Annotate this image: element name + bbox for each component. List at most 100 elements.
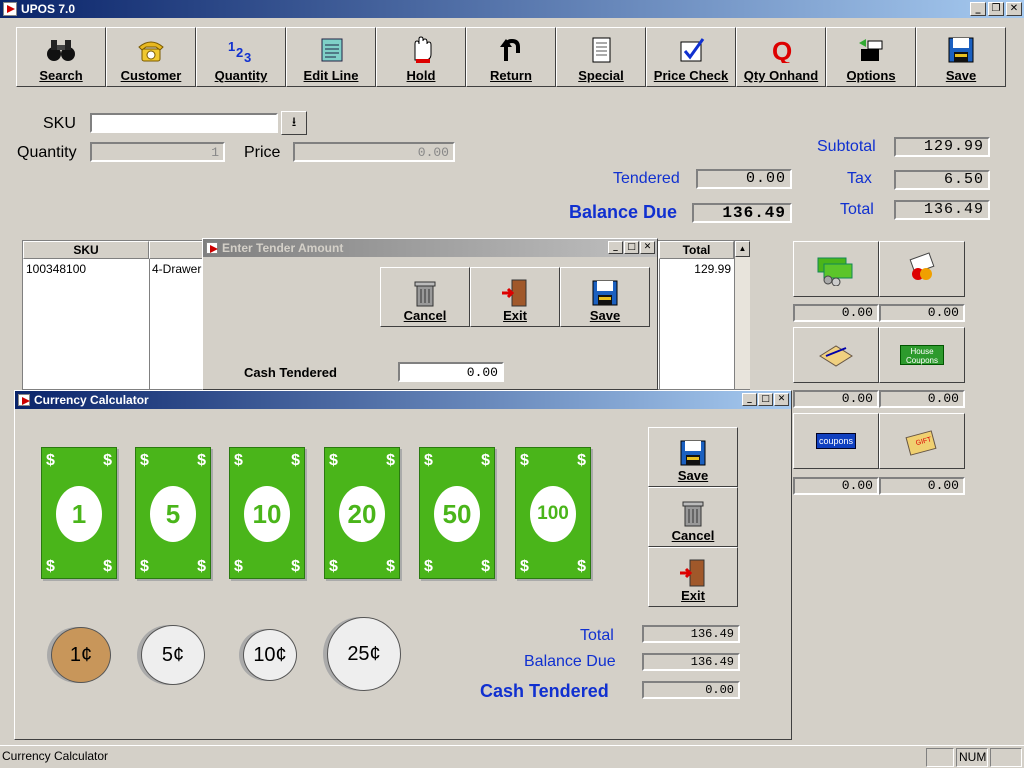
q-icon: Q [766, 36, 796, 64]
hand-icon [406, 36, 436, 64]
coupons-payment-button[interactable]: coupons [793, 413, 879, 469]
checkmark-icon [676, 36, 706, 64]
return-arrow-icon [496, 36, 526, 64]
calculator-save-button[interactable]: Save [648, 427, 738, 487]
customer-label: Customer [120, 68, 182, 83]
dollar-sign: $ [520, 558, 529, 575]
svg-text:3: 3 [244, 50, 251, 63]
customer-button[interactable]: Customer [106, 27, 196, 87]
bill-1-dollar[interactable]: $ $ 1 $ $ [41, 447, 117, 579]
sku-input[interactable] [90, 113, 278, 133]
special-label: Special [578, 68, 624, 83]
calculator-exit-label: Exit [681, 588, 705, 603]
special-button[interactable]: Special [556, 27, 646, 87]
cash-payment-button[interactable] [793, 241, 879, 297]
balance-due-value: 136.49 [692, 203, 792, 223]
grid-scrollbar[interactable]: ▲ [734, 241, 750, 389]
tender-dialog-title: Enter Tender Amount [222, 241, 344, 255]
dollar-sign: $ [103, 452, 112, 469]
coupons-icon: coupons [816, 433, 856, 449]
bill-value: 10 [244, 486, 290, 542]
bill-10-dollar[interactable]: $ $ 10 $ $ [229, 447, 305, 579]
search-button[interactable]: Search [16, 27, 106, 87]
bill-value: 5 [150, 486, 196, 542]
calculator-minimize-button[interactable]: _ [742, 393, 757, 406]
hold-button[interactable]: Hold [376, 27, 466, 87]
tendered-label: Tendered [613, 170, 680, 187]
qty-onhand-button[interactable]: Q Qty Onhand [736, 27, 826, 87]
table-row-total[interactable]: 129.99 [683, 262, 731, 276]
exit-door-icon [502, 279, 527, 307]
bill-50-dollar[interactable]: $ $ 50 $ $ [419, 447, 495, 579]
price-check-button[interactable]: Price Check [646, 27, 736, 87]
restore-button[interactable]: ❐ [988, 2, 1004, 16]
tendered-value: 0.00 [696, 169, 792, 189]
check-icon [819, 345, 853, 367]
total-label: Total [840, 201, 874, 218]
coin-10-cent[interactable]: 10¢ [243, 629, 297, 681]
calculator-cancel-button[interactable]: Cancel [648, 487, 738, 547]
grid-header-total[interactable]: Total [659, 241, 734, 259]
tender-exit-button[interactable]: Exit [470, 267, 560, 327]
tender-save-button[interactable]: Save [560, 267, 650, 327]
price-field[interactable]: 0.00 [293, 142, 455, 162]
status-pane-empty [990, 748, 1022, 767]
bill-5-dollar[interactable]: $ $ 5 $ $ [135, 447, 211, 579]
return-button[interactable]: Return [466, 27, 556, 87]
dollar-sign: $ [424, 558, 433, 575]
status-bar: Currency Calculator NUM [0, 745, 1024, 768]
edit-line-label: Edit Line [303, 68, 359, 83]
close-button[interactable]: ✕ [1006, 2, 1022, 16]
tender-maximize-button[interactable]: □ [624, 241, 639, 254]
tax-value: 6.50 [894, 170, 990, 190]
scroll-up-arrow-icon[interactable]: ▲ [735, 241, 750, 257]
grid-header-sku[interactable]: SKU [23, 241, 149, 259]
dollar-sign: $ [197, 452, 206, 469]
table-row-description[interactable]: 4-Drawer [152, 262, 201, 276]
tender-minimize-button[interactable]: _ [608, 241, 623, 254]
bill-value: 20 [339, 486, 385, 542]
house-coupons-payment-button[interactable]: House Coupons [879, 327, 965, 383]
subtotal-value: 129.99 [894, 137, 990, 157]
coin-25-cent[interactable]: 25¢ [327, 617, 401, 691]
app-title: UPOS 7.0 [21, 2, 76, 16]
bill-100-dollar[interactable]: $ $ 100 $ $ [515, 447, 591, 579]
currency-calculator-window[interactable]: Currency Calculator _ □ ✕ $ $ 1 $ $ $ $ 5 $… [14, 390, 792, 740]
check-payment-button[interactable] [793, 327, 879, 383]
tender-dialog-title-bar: Enter Tender Amount _ □ ✕ [203, 239, 657, 257]
coin-1-cent[interactable]: 1¢ [51, 627, 111, 683]
calculator-maximize-button[interactable]: □ [758, 393, 773, 406]
options-label: Options [846, 68, 896, 83]
status-text: Currency Calculator [2, 749, 109, 763]
dollar-sign: $ [291, 452, 300, 469]
calculator-close-button[interactable]: ✕ [774, 393, 789, 406]
enter-tender-dialog[interactable]: Enter Tender Amount _ □ ✕ Cancel Exit Sa… [202, 238, 658, 390]
edit-line-button[interactable]: Edit Line [286, 27, 376, 87]
calculator-exit-button[interactable]: Exit [648, 547, 738, 607]
gift-card-payment-button[interactable]: GIFT [879, 413, 965, 469]
tender-close-button[interactable]: ✕ [640, 241, 655, 254]
dollar-sign: $ [329, 452, 338, 469]
binoculars-icon [46, 36, 76, 64]
dollar-sign: $ [140, 558, 149, 575]
dollar-sign: $ [234, 452, 243, 469]
minimize-button[interactable]: _ [970, 2, 986, 16]
tender-cash-tendered-input[interactable] [398, 362, 504, 382]
calculator-total-label: Total [580, 627, 614, 644]
bill-20-dollar[interactable]: $ $ 20 $ $ [324, 447, 400, 579]
options-button[interactable]: Options [826, 27, 916, 87]
table-row-sku[interactable]: 100348100 [26, 262, 86, 276]
calculator-total-value: 136.49 [642, 625, 740, 643]
sku-dropdown-button[interactable]: ⭳ [281, 111, 307, 135]
credit-card-payment-button[interactable] [879, 241, 965, 297]
status-pane-empty [926, 748, 954, 767]
save-button[interactable]: Save [916, 27, 1006, 87]
bill-value: 1 [56, 486, 102, 542]
quantity-field[interactable]: 1 [90, 142, 225, 162]
return-label: Return [490, 68, 532, 83]
app-title-bar: UPOS 7.0 _ ❐ ✕ [0, 0, 1024, 18]
coin-5-cent[interactable]: 5¢ [141, 625, 205, 685]
tender-cancel-button[interactable]: Cancel [380, 267, 470, 327]
quantity-button[interactable]: 123 Quantity [196, 27, 286, 87]
dollar-sign: $ [386, 558, 395, 575]
